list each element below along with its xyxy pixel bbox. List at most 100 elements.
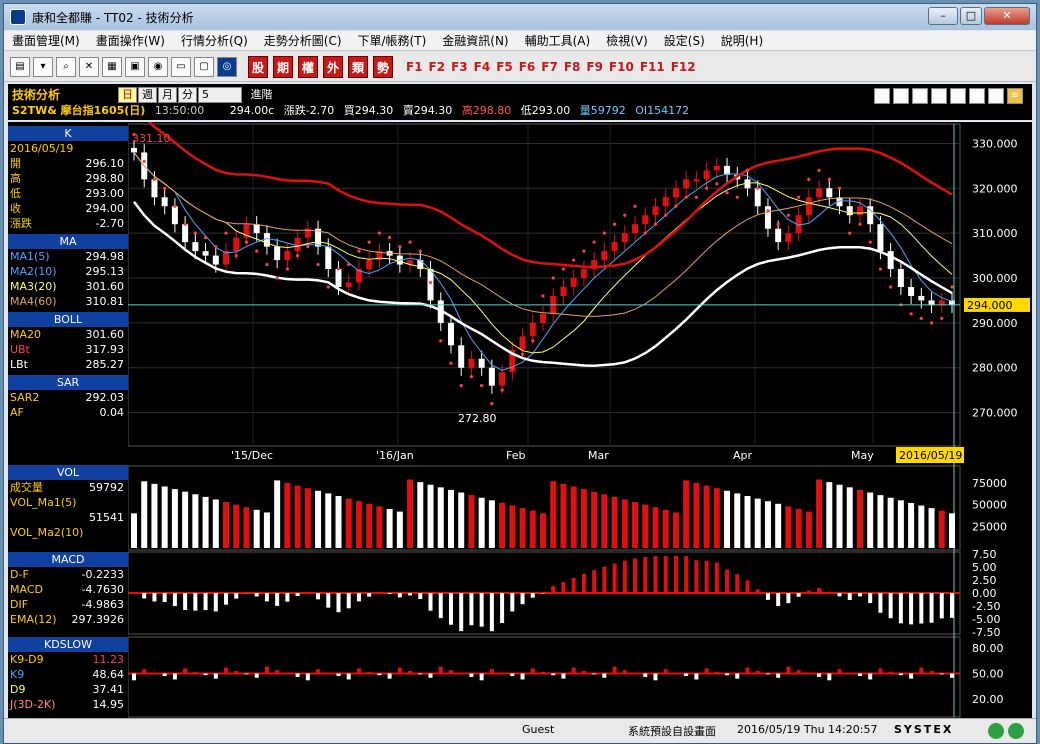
volume-bar <box>918 505 925 548</box>
macd-bar <box>224 593 229 605</box>
volume-bar <box>795 509 802 548</box>
period-day[interactable]: 日 <box>118 87 137 103</box>
chart-tool-icons: − + ⊕ ⊖ ▭ ▪ ▫ ≡ <box>874 88 1026 104</box>
period-week[interactable]: 週 <box>138 87 157 103</box>
kd-bar <box>234 670 239 674</box>
market-button-0[interactable]: 股 <box>248 55 268 78</box>
market-button-1[interactable]: 期 <box>273 55 293 78</box>
price-chart[interactable]: 330.000 320.000 310.000 300.000 290.000 280.0… <box>128 122 1032 718</box>
sar-dot <box>797 195 801 199</box>
status-datetime: 2016/05/19 Thu 14:20:57 <box>737 723 878 736</box>
sar-dot <box>234 253 238 258</box>
settings-icon[interactable]: ≡ <box>1007 88 1023 104</box>
fkey-f10[interactable]: F10 <box>609 60 634 74</box>
sar-dot <box>193 231 197 235</box>
kd-bar <box>305 673 310 681</box>
fkey-f6[interactable]: F6 <box>519 60 536 74</box>
fkey-f12[interactable]: F12 <box>671 60 696 74</box>
close-button[interactable]: ✕ <box>984 7 1030 25</box>
market-button-2[interactable]: 權 <box>298 55 318 78</box>
print-icon[interactable]: ▭ <box>171 56 191 77</box>
period-minute[interactable]: 分 <box>178 87 197 103</box>
fkey-f2[interactable]: F2 <box>429 60 446 74</box>
fkey-f11[interactable]: F11 <box>640 60 665 74</box>
maximize-button[interactable]: □ <box>960 7 982 25</box>
candle-body <box>846 206 853 216</box>
save-icon[interactable]: ▪ <box>969 88 985 104</box>
fkey-f1[interactable]: F1 <box>406 60 423 74</box>
sar-dot <box>776 222 780 226</box>
fkey-f4[interactable]: F4 <box>474 60 491 74</box>
chart-type-icon[interactable]: ▤ <box>10 56 30 77</box>
market-button-5[interactable]: 勢 <box>373 55 393 78</box>
sar-dot <box>919 316 923 320</box>
grid-icon[interactable]: ▦ <box>102 56 122 77</box>
macd-bar <box>510 593 515 612</box>
plus-icon[interactable]: + <box>893 88 909 104</box>
menu-item-6[interactable]: 輔助工具(A) <box>517 32 599 49</box>
market-button-3[interactable]: 外 <box>323 55 343 78</box>
volume-bar <box>580 489 587 548</box>
volume-bar <box>171 489 178 548</box>
market-button-4[interactable]: 類 <box>348 55 368 78</box>
zoom-icon[interactable]: ⌕ <box>56 56 76 77</box>
sar-dot <box>807 177 811 181</box>
sar-dot <box>469 375 474 379</box>
zoom-in-icon[interactable]: ⊕ <box>912 88 928 104</box>
macd-bar <box>285 593 290 602</box>
fkey-f5[interactable]: F5 <box>496 60 513 74</box>
macd-header: MACD <box>8 552 128 567</box>
kd-bar <box>418 673 423 675</box>
candle-body <box>887 251 894 270</box>
sar-dot <box>377 231 381 235</box>
export-icon[interactable]: ▢ <box>194 56 214 77</box>
macd-bar <box>745 580 750 593</box>
boll-row: UBt 317.93 <box>8 343 128 357</box>
macd-bar <box>142 593 147 599</box>
window-icon[interactable]: ▣ <box>125 56 145 77</box>
candle-body <box>488 367 495 386</box>
fkey-f9[interactable]: F9 <box>586 60 603 74</box>
menu-item-0[interactable]: 畫面管理(M) <box>4 32 88 49</box>
copy-icon[interactable]: ▫ <box>988 88 1004 104</box>
fkey-f8[interactable]: F8 <box>564 60 581 74</box>
candle-body <box>856 206 863 216</box>
candle-body <box>447 322 454 346</box>
advanced-mode[interactable]: 進階 <box>251 88 273 101</box>
price-tick-label: 290.000 <box>972 317 1018 330</box>
month-label: '16/Jan <box>376 449 414 462</box>
fkey-f3[interactable]: F3 <box>451 60 468 74</box>
menu-item-7[interactable]: 檢視(V) <box>598 32 656 49</box>
logo-icon[interactable]: ◎ <box>217 56 237 77</box>
sar-dot <box>858 222 862 226</box>
minus-icon[interactable]: − <box>874 88 890 104</box>
fkey-f7[interactable]: F7 <box>541 60 558 74</box>
close-chart-icon[interactable]: ✕ <box>79 56 99 77</box>
volume-bar <box>734 493 741 548</box>
period-month[interactable]: 月 <box>158 87 177 103</box>
candle-body <box>632 224 639 234</box>
macd-bar <box>305 592 310 593</box>
cd-icon[interactable]: ◉ <box>148 56 168 77</box>
minimize-button[interactable]: – <box>928 7 958 25</box>
sar-dot <box>408 240 412 244</box>
minute-count-select[interactable]: 5 <box>198 87 242 103</box>
ma-row: MA1(5) 294.98 <box>8 250 128 264</box>
menu-item-8[interactable]: 設定(S) <box>656 32 713 49</box>
menu-item-5[interactable]: 金融資訊(N) <box>434 32 516 49</box>
kd-bar <box>765 673 770 675</box>
menu-item-3[interactable]: 走勢分析圖(C) <box>256 32 350 49</box>
menu-item-4[interactable]: 下單/帳務(T) <box>350 32 435 49</box>
volume-bar <box>315 490 322 548</box>
sar-dot <box>520 352 525 356</box>
zoom-out-icon[interactable]: ⊖ <box>931 88 947 104</box>
kd-bar <box>213 673 218 679</box>
macd-bar <box>203 593 208 611</box>
chat-icon[interactable]: ▭ <box>950 88 966 104</box>
menu-item-9[interactable]: 說明(H) <box>713 32 771 49</box>
macd-bar <box>234 593 239 599</box>
sar-dot <box>837 186 842 190</box>
menu-item-1[interactable]: 畫面操作(W) <box>88 32 173 49</box>
dropdown-icon[interactable]: ▾ <box>33 56 53 77</box>
menu-item-2[interactable]: 行情分析(Q) <box>173 32 256 49</box>
